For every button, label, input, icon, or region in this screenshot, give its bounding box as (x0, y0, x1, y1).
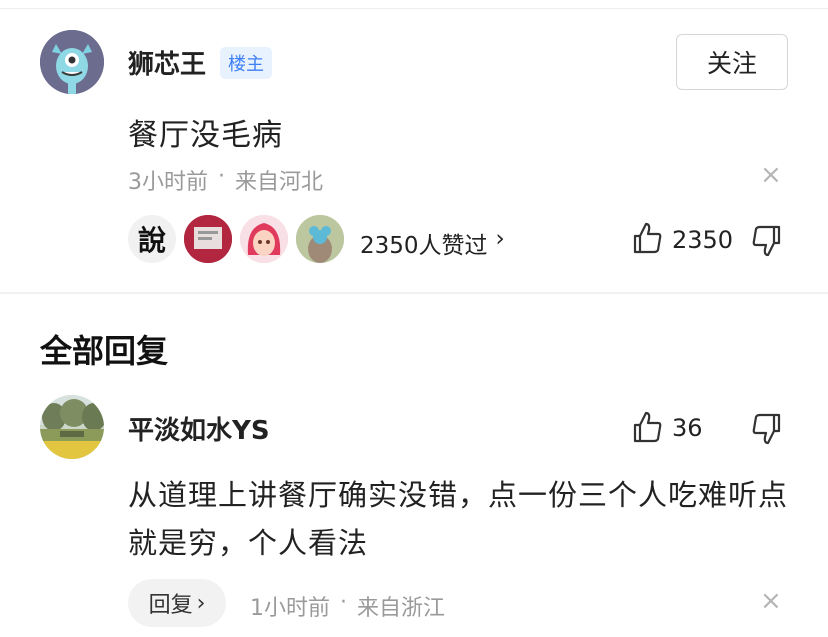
reply-like-count: 36 (672, 414, 703, 442)
monster-avatar-icon (40, 30, 104, 94)
section-divider (0, 292, 828, 294)
close-icon[interactable]: × (760, 160, 782, 190)
reply-author-avatar[interactable] (40, 395, 104, 459)
follow-button[interactable]: 关注 (676, 34, 788, 90)
liker-avatar: 說 (126, 213, 178, 265)
post-like-count: 2350 (672, 226, 734, 254)
thumbs-up-icon[interactable] (632, 410, 662, 444)
thumbs-down-icon[interactable] (752, 224, 782, 258)
post-location: 来自河北 (235, 170, 324, 195)
liker-avatar (294, 213, 346, 265)
thumbs-down-icon[interactable] (752, 412, 782, 446)
thumbs-up-icon[interactable] (632, 221, 662, 255)
likers-count-text: 2350人赞过 (360, 233, 488, 259)
chevron-right-icon: › (196, 590, 206, 616)
post-meta: 3小时前 · 来自河北 (128, 164, 323, 196)
liker-avatar (182, 213, 234, 265)
likers-link[interactable]: 2350人赞过 › (360, 226, 505, 260)
post-content: 餐厅没毛病 (128, 118, 283, 153)
meta-separator: · (218, 164, 225, 189)
author-badge: 楼主 (220, 47, 272, 79)
liker-avatars[interactable]: 說 (126, 213, 358, 267)
reply-meta: 1小时前 · 来自浙江 (250, 590, 445, 622)
reply-button[interactable]: 回复 › (128, 579, 226, 627)
post-time: 3小时前 (128, 170, 208, 195)
reply-location: 来自浙江 (357, 596, 446, 621)
replies-section-title: 全部回复 (40, 332, 169, 370)
reply-content: 从道理上讲餐厅确实没错，点一份三个人吃难听点就是穷，个人看法 (128, 478, 789, 560)
top-divider (0, 8, 828, 9)
author-avatar[interactable] (40, 30, 104, 94)
author-name[interactable]: 狮芯王 (128, 44, 206, 81)
close-icon[interactable]: × (760, 586, 782, 616)
liker-avatar (238, 213, 290, 265)
reply-author-name[interactable]: 平淡如水YS (128, 410, 270, 447)
reply-time: 1小时前 (250, 596, 330, 621)
meta-separator: · (340, 590, 347, 615)
chevron-right-icon: › (495, 226, 505, 252)
reply-button-label: 回复 (148, 593, 193, 618)
